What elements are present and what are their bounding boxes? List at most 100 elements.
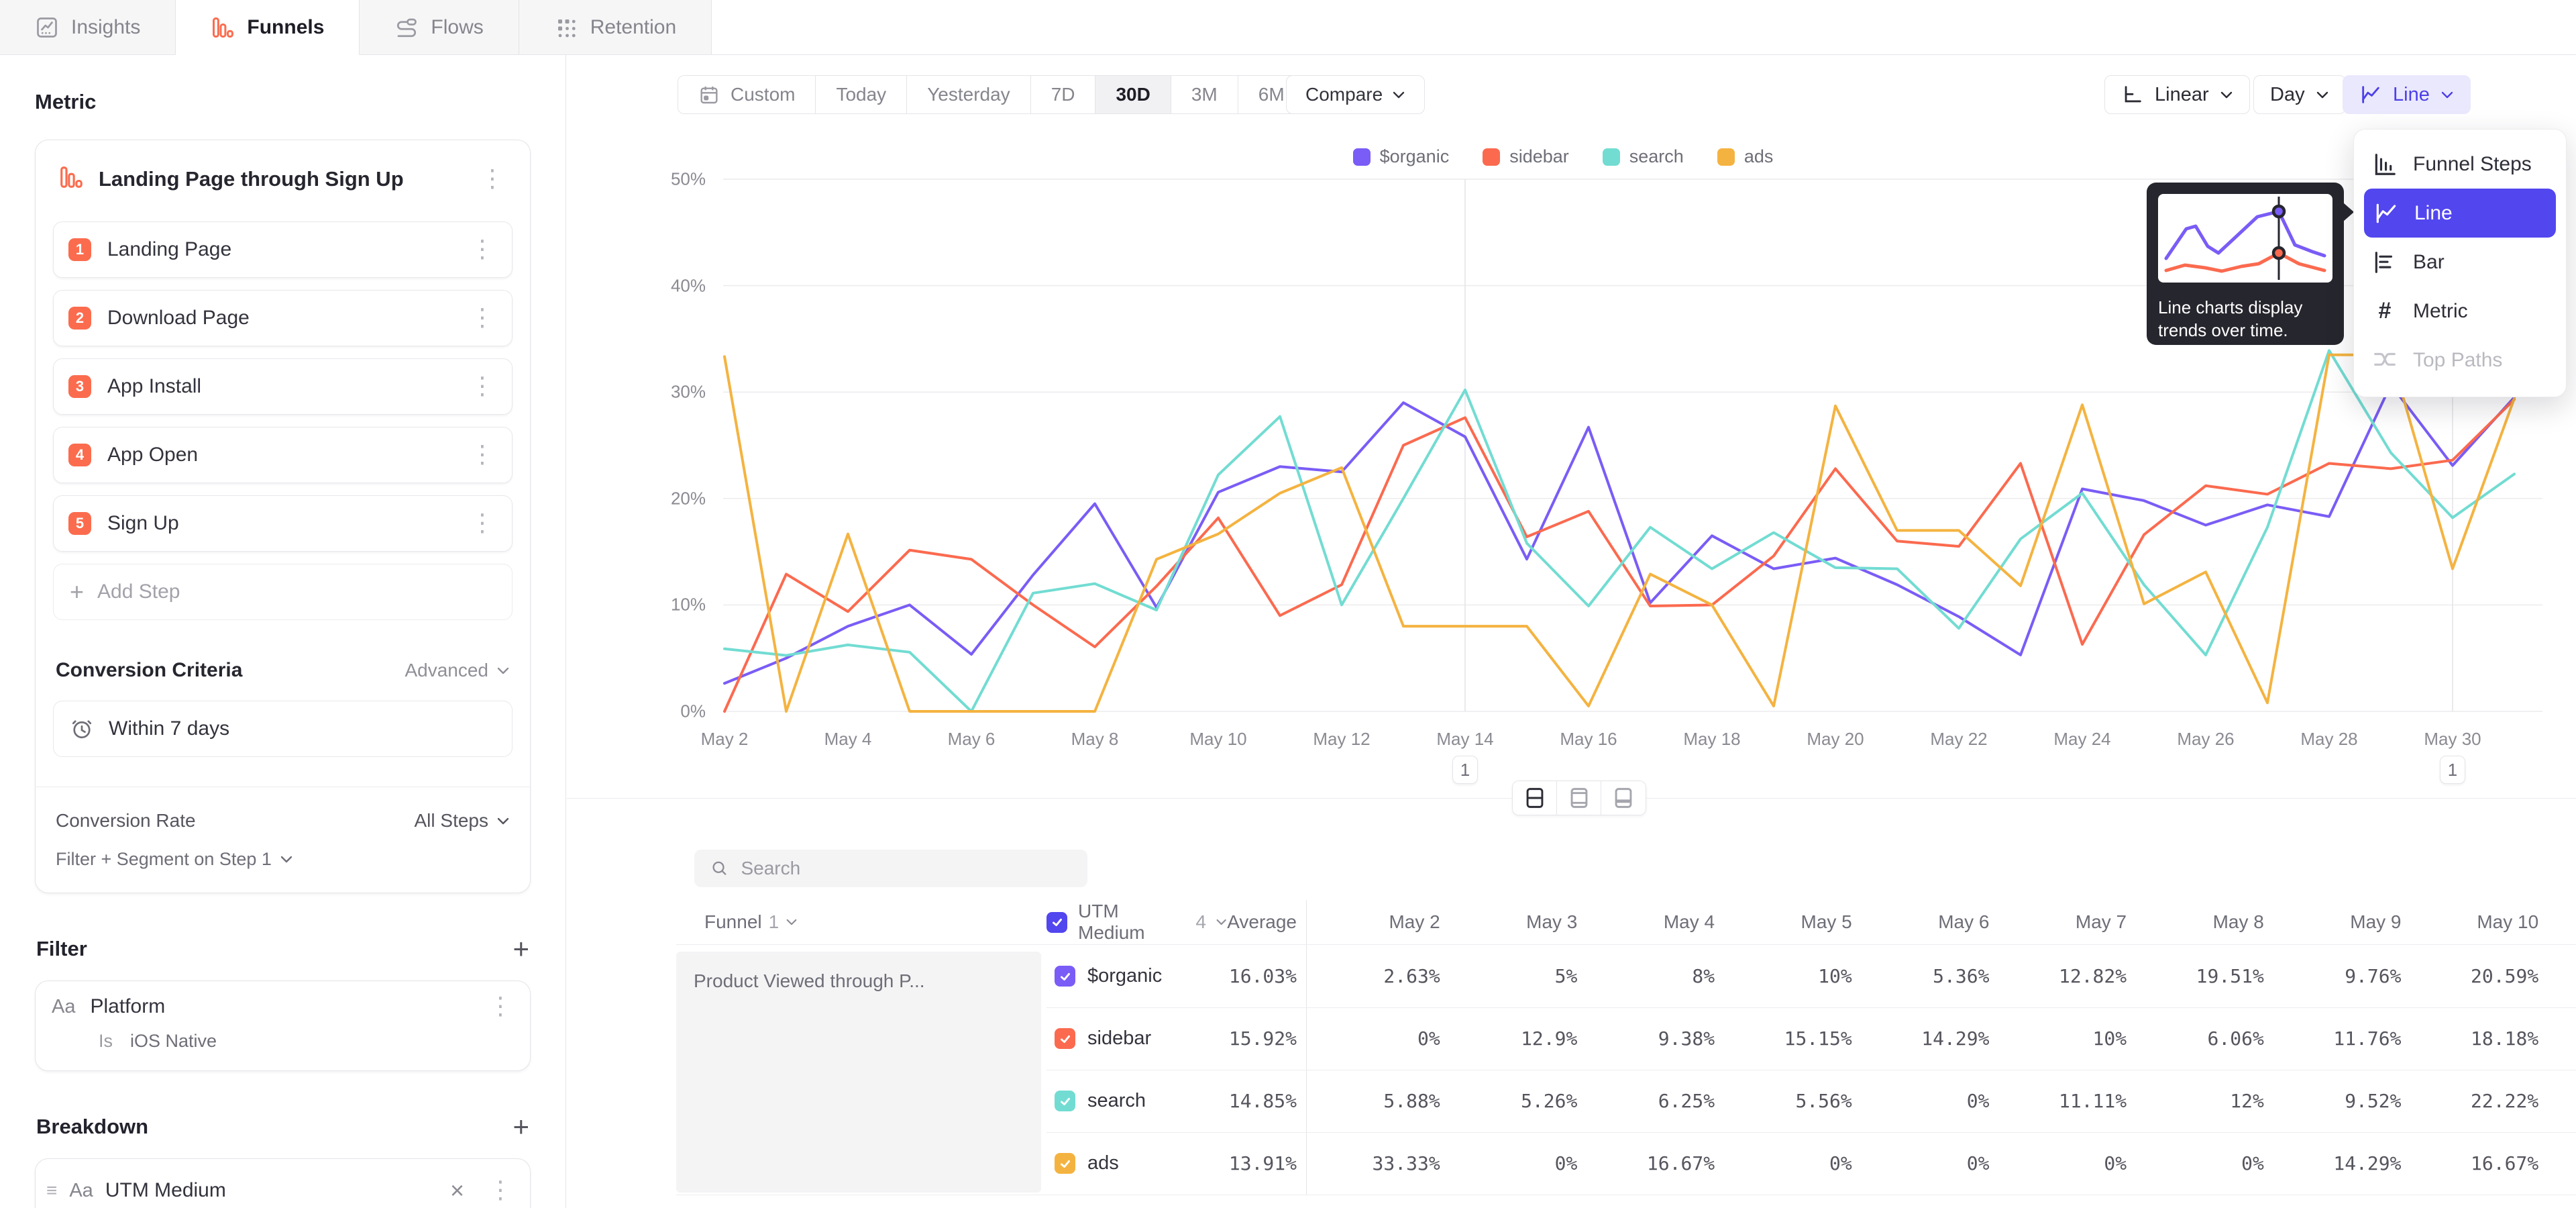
value-cell[interactable]: 5.26% [1444, 1090, 1582, 1112]
value-cell[interactable]: 10% [1719, 965, 1856, 987]
menu-item-bar[interactable]: Bar [2354, 238, 2566, 287]
value-cell[interactable]: 9.38% [1581, 1027, 1719, 1050]
range-3m-button[interactable]: 3M [1171, 76, 1238, 113]
menu-item-funnel-steps[interactable]: Funnel Steps [2354, 140, 2566, 189]
value-cell[interactable]: 12.9% [1444, 1027, 1582, 1050]
annotation-marker[interactable]: 1 [2440, 756, 2465, 784]
date-column-header[interactable]: May 8 [2131, 911, 2268, 933]
date-column-header[interactable]: May 2 [1307, 911, 1444, 933]
legend-item-organic[interactable]: $organic [1353, 146, 1450, 167]
value-cell[interactable]: 0% [1856, 1090, 1994, 1112]
value-cell[interactable]: 9.76% [2268, 965, 2406, 987]
step-menu-button[interactable]: ⋮ [465, 443, 500, 467]
value-cell[interactable]: 6.06% [2131, 1027, 2268, 1050]
value-cell[interactable]: 0% [1307, 1027, 1444, 1050]
value-cell[interactable]: 11.11% [1993, 1090, 2131, 1112]
range-today-button[interactable]: Today [816, 76, 907, 113]
series-checkbox[interactable] [1055, 1091, 1075, 1111]
date-column-header[interactable]: May 4 [1581, 911, 1719, 933]
series-checkbox[interactable] [1055, 1028, 1075, 1049]
value-cell[interactable]: 18.18% [2406, 1027, 2543, 1050]
legend-item-sidebar[interactable]: sidebar [1483, 146, 1569, 167]
add-breakdown-button[interactable]: + [513, 1113, 529, 1141]
tab-funnels[interactable]: Funnels [176, 0, 360, 55]
funnel-step-4[interactable]: 4App Open⋮ [53, 427, 513, 483]
funnel-step-2[interactable]: 2Download Page⋮ [53, 290, 513, 346]
range-7d-button[interactable]: 7D [1031, 76, 1096, 113]
layout-bottom-panel-button[interactable] [1601, 781, 1646, 815]
funnel-step-5[interactable]: 5Sign Up⋮ [53, 495, 513, 552]
value-cell[interactable]: 16.67% [1581, 1152, 1719, 1174]
legend-item-search[interactable]: search [1603, 146, 1684, 167]
funnel-column-header[interactable]: Funnel1 [676, 911, 1046, 933]
value-cell[interactable]: 8% [1581, 965, 1719, 987]
select-all-checkbox[interactable] [1046, 912, 1067, 933]
value-cell[interactable]: 10% [1993, 1027, 2131, 1050]
granularity-dropdown-button[interactable]: Day [2253, 75, 2346, 114]
step-menu-button[interactable]: ⋮ [465, 511, 500, 536]
filter-segment-dropdown[interactable]: Filter + Segment on Step 1 [53, 849, 513, 870]
value-cell[interactable]: 22.22% [2406, 1090, 2543, 1112]
value-cell[interactable]: 0% [1856, 1152, 1994, 1174]
menu-item-line[interactable]: Line [2364, 189, 2556, 238]
conversion-window-button[interactable]: Within 7 days [53, 701, 513, 757]
value-cell[interactable]: 5.56% [1719, 1090, 1856, 1112]
search-input[interactable] [741, 858, 1071, 879]
annotation-marker[interactable]: 1 [1452, 756, 1478, 784]
range-yesterday-button[interactable]: Yesterday [907, 76, 1031, 113]
value-cell[interactable]: 14.29% [1856, 1027, 1994, 1050]
value-cell[interactable]: 20.59% [2406, 965, 2543, 987]
date-column-header[interactable]: May 10 [2406, 911, 2543, 933]
layout-split-horizontal-button[interactable] [1513, 781, 1557, 815]
step-menu-button[interactable]: ⋮ [465, 306, 500, 330]
series-checkbox[interactable] [1055, 966, 1075, 987]
value-cell[interactable]: 33.33% [1307, 1152, 1444, 1174]
legend-item-ads[interactable]: ads [1717, 146, 1774, 167]
all-steps-dropdown[interactable]: All Steps [415, 810, 511, 832]
compare-button[interactable]: Compare [1286, 75, 1425, 114]
value-cell[interactable]: 14.29% [2268, 1152, 2406, 1174]
funnel-step-3[interactable]: 3App Install⋮ [53, 358, 513, 415]
value-cell[interactable]: 5.36% [1856, 965, 1994, 987]
add-filter-button[interactable]: + [513, 935, 529, 963]
remove-breakdown-button[interactable]: × [443, 1176, 471, 1205]
tab-retention[interactable]: Retention [519, 0, 712, 55]
value-cell[interactable]: 5% [1444, 965, 1582, 987]
add-step-button[interactable]: + Add Step [53, 564, 513, 620]
value-cell[interactable]: 19.51% [2131, 965, 2268, 987]
value-cell[interactable]: 2.63% [1307, 965, 1444, 987]
advanced-dropdown[interactable]: Advanced [405, 660, 510, 681]
value-cell[interactable]: 6.25% [1581, 1090, 1719, 1112]
value-cell[interactable]: 12.82% [1993, 965, 2131, 987]
layout-split-vertical-button[interactable] [1557, 781, 1601, 815]
date-column-header[interactable]: May 7 [1993, 911, 2131, 933]
value-cell[interactable]: 0% [1993, 1152, 2131, 1174]
step-menu-button[interactable]: ⋮ [465, 238, 500, 262]
breakdown-menu-button[interactable]: ⋮ [483, 1178, 518, 1203]
chart-type-dropdown-button[interactable]: Line [2343, 75, 2471, 114]
date-column-header[interactable]: May 5 [1719, 911, 1856, 933]
menu-item-metric[interactable]: #Metric [2354, 287, 2566, 336]
value-cell[interactable]: 5.88% [1307, 1090, 1444, 1112]
breakdown-col-dropdown[interactable]: UTM Medium4 [1078, 901, 1227, 944]
value-cell[interactable]: 0% [1719, 1152, 1856, 1174]
range-30d-button[interactable]: 30D [1095, 76, 1171, 113]
series-checkbox[interactable] [1055, 1153, 1075, 1174]
value-cell[interactable]: 9.52% [2268, 1090, 2406, 1112]
average-column-header[interactable]: Average [1227, 911, 1306, 933]
value-cell[interactable]: 0% [1444, 1152, 1582, 1174]
funnel-name-cell[interactable]: Product Viewed through P... [676, 952, 1041, 1193]
tab-flows[interactable]: Flows [360, 0, 519, 55]
value-cell[interactable]: 0% [2131, 1152, 2268, 1174]
date-column-header[interactable]: May 9 [2268, 911, 2406, 933]
filter-value[interactable]: iOS Native [130, 1031, 217, 1052]
funnel-menu-button[interactable]: ⋮ [475, 167, 510, 191]
step-menu-button[interactable]: ⋮ [465, 374, 500, 399]
value-cell[interactable]: 11.76% [2268, 1027, 2406, 1050]
value-cell[interactable]: 15.15% [1719, 1027, 1856, 1050]
value-cell[interactable]: 12% [2131, 1090, 2268, 1112]
tab-insights[interactable]: Insights [0, 0, 176, 55]
scale-dropdown-button[interactable]: Linear [2104, 75, 2250, 114]
value-cell[interactable]: 16.67% [2406, 1152, 2543, 1174]
date-column-header[interactable]: May 6 [1856, 911, 1994, 933]
